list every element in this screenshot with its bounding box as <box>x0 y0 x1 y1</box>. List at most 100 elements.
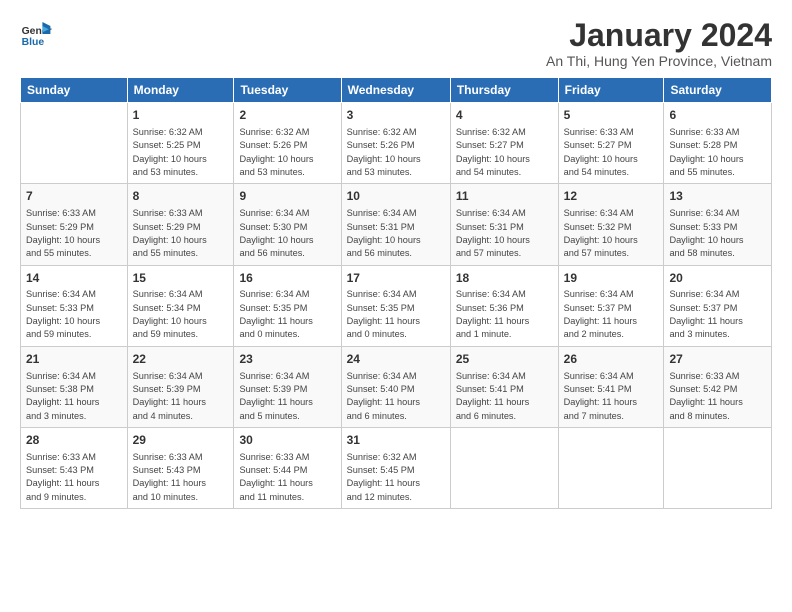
day-number: 7 <box>26 188 122 205</box>
calendar-cell <box>558 427 664 508</box>
day-content: Sunrise: 6:34 AM Sunset: 5:35 PM Dayligh… <box>347 288 445 341</box>
header-row: Sunday Monday Tuesday Wednesday Thursday… <box>21 78 772 103</box>
day-number: 26 <box>564 351 659 368</box>
day-number: 30 <box>239 432 335 449</box>
calendar-cell: 2Sunrise: 6:32 AM Sunset: 5:26 PM Daylig… <box>234 103 341 184</box>
day-number: 6 <box>669 107 766 124</box>
day-number: 23 <box>239 351 335 368</box>
logo: General Blue <box>20 18 52 50</box>
day-content: Sunrise: 6:34 AM Sunset: 5:30 PM Dayligh… <box>239 207 335 260</box>
day-content: Sunrise: 6:33 AM Sunset: 5:27 PM Dayligh… <box>564 126 659 179</box>
calendar-cell: 16Sunrise: 6:34 AM Sunset: 5:35 PM Dayli… <box>234 265 341 346</box>
calendar-cell: 15Sunrise: 6:34 AM Sunset: 5:34 PM Dayli… <box>127 265 234 346</box>
calendar-cell <box>664 427 772 508</box>
day-content: Sunrise: 6:32 AM Sunset: 5:45 PM Dayligh… <box>347 451 445 504</box>
day-content: Sunrise: 6:34 AM Sunset: 5:36 PM Dayligh… <box>456 288 553 341</box>
day-content: Sunrise: 6:34 AM Sunset: 5:39 PM Dayligh… <box>133 370 229 423</box>
day-content: Sunrise: 6:33 AM Sunset: 5:43 PM Dayligh… <box>133 451 229 504</box>
week-row-3: 14Sunrise: 6:34 AM Sunset: 5:33 PM Dayli… <box>21 265 772 346</box>
day-content: Sunrise: 6:34 AM Sunset: 5:34 PM Dayligh… <box>133 288 229 341</box>
day-content: Sunrise: 6:34 AM Sunset: 5:39 PM Dayligh… <box>239 370 335 423</box>
calendar-cell: 17Sunrise: 6:34 AM Sunset: 5:35 PM Dayli… <box>341 265 450 346</box>
day-number: 9 <box>239 188 335 205</box>
day-content: Sunrise: 6:32 AM Sunset: 5:26 PM Dayligh… <box>347 126 445 179</box>
calendar-cell: 9 Sunrise: 6:34 AM Sunset: 5:30 PM Daylig… <box>234 184 341 265</box>
subtitle: An Thi, Hung Yen Province, Vietnam <box>546 53 772 69</box>
calendar-cell: 31 Sunrise: 6:32 AM Sunset: 5:45 PM Dayli… <box>341 427 450 508</box>
calendar-cell: 4 Sunrise: 6:32 AM Sunset: 5:27 PM Daylig… <box>450 103 558 184</box>
day-number: 31 <box>347 432 445 449</box>
col-wednesday: Wednesday <box>341 78 450 103</box>
day-number: 28 <box>26 432 122 449</box>
day-content: Sunrise: 6:32 AM Sunset: 5:27 PM Dayligh… <box>456 126 553 179</box>
calendar-cell: 12 Sunrise: 6:34 AM Sunset: 5:32 PM Dayli… <box>558 184 664 265</box>
calendar-cell: 8 Sunrise: 6:33 AM Sunset: 5:29 PM Daylig… <box>127 184 234 265</box>
calendar-cell: 13Sunrise: 6:34 AM Sunset: 5:33 PM Dayli… <box>664 184 772 265</box>
day-number: 17 <box>347 270 445 287</box>
day-number: 27 <box>669 351 766 368</box>
day-number: 18 <box>456 270 553 287</box>
day-content: Sunrise: 6:34 AM Sunset: 5:40 PM Dayligh… <box>347 370 445 423</box>
title-block: January 2024 An Thi, Hung Yen Province, … <box>546 18 772 69</box>
calendar-cell: 6 Sunrise: 6:33 AM Sunset: 5:28 PM Daylig… <box>664 103 772 184</box>
day-number: 14 <box>26 270 122 287</box>
day-number: 2 <box>239 107 335 124</box>
day-content: Sunrise: 6:34 AM Sunset: 5:31 PM Dayligh… <box>456 207 553 260</box>
day-content: Sunrise: 6:34 AM Sunset: 5:41 PM Dayligh… <box>456 370 553 423</box>
day-content: Sunrise: 6:34 AM Sunset: 5:33 PM Dayligh… <box>26 288 122 341</box>
calendar-cell: 3 Sunrise: 6:32 AM Sunset: 5:26 PM Daylig… <box>341 103 450 184</box>
col-friday: Friday <box>558 78 664 103</box>
calendar-cell <box>21 103 128 184</box>
calendar-cell <box>450 427 558 508</box>
calendar-cell: 24 Sunrise: 6:34 AM Sunset: 5:40 PM Dayli… <box>341 346 450 427</box>
header: General Blue January 2024 An Thi, Hung Y… <box>20 18 772 69</box>
logo-icon: General Blue <box>20 18 52 50</box>
day-number: 8 <box>133 188 229 205</box>
day-number: 4 <box>456 107 553 124</box>
day-content: Sunrise: 6:34 AM Sunset: 5:38 PM Dayligh… <box>26 370 122 423</box>
calendar-cell: 30Sunrise: 6:33 AM Sunset: 5:44 PM Dayli… <box>234 427 341 508</box>
week-row-4: 21 Sunrise: 6:34 AM Sunset: 5:38 PM Dayli… <box>21 346 772 427</box>
page: General Blue January 2024 An Thi, Hung Y… <box>0 0 792 519</box>
day-content: Sunrise: 6:33 AM Sunset: 5:43 PM Dayligh… <box>26 451 122 504</box>
day-content: Sunrise: 6:32 AM Sunset: 5:25 PM Dayligh… <box>133 126 229 179</box>
day-number: 3 <box>347 107 445 124</box>
day-number: 5 <box>564 107 659 124</box>
day-number: 12 <box>564 188 659 205</box>
day-content: Sunrise: 6:34 AM Sunset: 5:37 PM Dayligh… <box>564 288 659 341</box>
day-content: Sunrise: 6:34 AM Sunset: 5:41 PM Dayligh… <box>564 370 659 423</box>
calendar-cell: 22Sunrise: 6:34 AM Sunset: 5:39 PM Dayli… <box>127 346 234 427</box>
day-number: 16 <box>239 270 335 287</box>
calendar-cell: 18Sunrise: 6:34 AM Sunset: 5:36 PM Dayli… <box>450 265 558 346</box>
week-row-1: 1Sunrise: 6:32 AM Sunset: 5:25 PM Daylig… <box>21 103 772 184</box>
calendar-cell: 5 Sunrise: 6:33 AM Sunset: 5:27 PM Daylig… <box>558 103 664 184</box>
col-tuesday: Tuesday <box>234 78 341 103</box>
day-number: 19 <box>564 270 659 287</box>
day-content: Sunrise: 6:34 AM Sunset: 5:31 PM Dayligh… <box>347 207 445 260</box>
calendar-cell: 26 Sunrise: 6:34 AM Sunset: 5:41 PM Dayli… <box>558 346 664 427</box>
calendar-cell: 14Sunrise: 6:34 AM Sunset: 5:33 PM Dayli… <box>21 265 128 346</box>
day-content: Sunrise: 6:33 AM Sunset: 5:28 PM Dayligh… <box>669 126 766 179</box>
col-monday: Monday <box>127 78 234 103</box>
calendar-cell: 20Sunrise: 6:34 AM Sunset: 5:37 PM Dayli… <box>664 265 772 346</box>
calendar-cell: 29Sunrise: 6:33 AM Sunset: 5:43 PM Dayli… <box>127 427 234 508</box>
day-number: 25 <box>456 351 553 368</box>
day-number: 20 <box>669 270 766 287</box>
day-content: Sunrise: 6:34 AM Sunset: 5:32 PM Dayligh… <box>564 207 659 260</box>
col-saturday: Saturday <box>664 78 772 103</box>
month-title: January 2024 <box>546 18 772 53</box>
col-thursday: Thursday <box>450 78 558 103</box>
day-number: 24 <box>347 351 445 368</box>
calendar-cell: 23 Sunrise: 6:34 AM Sunset: 5:39 PM Dayli… <box>234 346 341 427</box>
col-sunday: Sunday <box>21 78 128 103</box>
calendar-cell: 1Sunrise: 6:32 AM Sunset: 5:25 PM Daylig… <box>127 103 234 184</box>
day-number: 21 <box>26 351 122 368</box>
week-row-2: 7 Sunrise: 6:33 AM Sunset: 5:29 PM Daylig… <box>21 184 772 265</box>
calendar-cell: 11Sunrise: 6:34 AM Sunset: 5:31 PM Dayli… <box>450 184 558 265</box>
day-number: 10 <box>347 188 445 205</box>
day-number: 15 <box>133 270 229 287</box>
day-content: Sunrise: 6:33 AM Sunset: 5:29 PM Dayligh… <box>26 207 122 260</box>
calendar-cell: 27Sunrise: 6:33 AM Sunset: 5:42 PM Dayli… <box>664 346 772 427</box>
day-content: Sunrise: 6:33 AM Sunset: 5:29 PM Dayligh… <box>133 207 229 260</box>
calendar-cell: 10 Sunrise: 6:34 AM Sunset: 5:31 PM Dayli… <box>341 184 450 265</box>
